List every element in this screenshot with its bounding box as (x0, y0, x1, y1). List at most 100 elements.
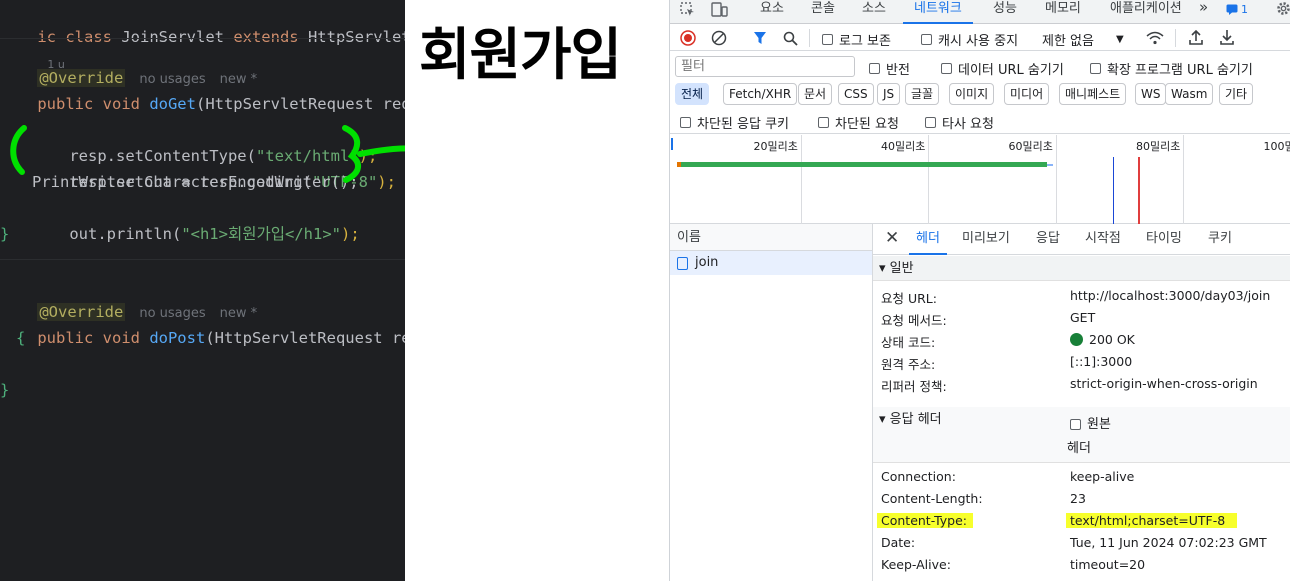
checkbox-label: 타사 요청 (942, 117, 994, 132)
response-headers-section-header[interactable]: ▾ 응답 헤더 원본 헤더 (873, 407, 1290, 463)
timeline-tick-label: 60밀리초 (1008, 140, 1053, 153)
preserve-log-checkbox[interactable]: 로그 보존 (822, 30, 891, 49)
record-stop-icon[interactable] (679, 29, 697, 47)
device-toolbar-icon[interactable] (710, 0, 728, 18)
checkbox-label: 캐시 사용 중지 (938, 34, 1019, 49)
filter-bar: 반전 데이터 URL 숨기기 확장 프로그램 URL 숨기기 (670, 52, 1290, 80)
dropdown-caret-icon: ▼ (1115, 34, 1124, 45)
type-font[interactable]: 글꼴 (905, 83, 940, 105)
load-event-marker (1138, 157, 1140, 224)
response-header-value: Tue, 11 Jun 2024 07:02:23 GMT (1070, 535, 1267, 550)
tab-memory[interactable]: 메모리 (1045, 0, 1081, 24)
inspect-element-icon[interactable] (678, 0, 696, 18)
type-fetch-xhr[interactable]: Fetch/XHR (723, 83, 798, 105)
code-editor[interactable]: ic class JoinServlet extends HttpServlet… (0, 0, 405, 581)
document-icon (677, 256, 688, 270)
invert-checkbox[interactable]: 반전 (869, 59, 910, 78)
checkbox-label: 차단된 요청 (835, 117, 899, 132)
throttle-value: 제한 없음 (1042, 34, 1094, 49)
disable-cache-checkbox[interactable]: 캐시 사용 중지 (921, 30, 1018, 49)
content-type-value: text/html;charset=UTF-8 (1066, 513, 1238, 528)
more-tabs-button[interactable]: » (1199, 0, 1208, 24)
request-row-join[interactable]: join (670, 251, 872, 275)
upload-icon[interactable] (1187, 28, 1205, 46)
general-value: 200 OK (1089, 332, 1135, 347)
general-section-header[interactable]: ▾ 일반 (873, 256, 1290, 281)
network-overview-timeline[interactable]: 20밀리초 40밀리초 60밀리초 80밀리초 100밀리초 (670, 135, 1290, 224)
request-detail-panel: ✕ 헤더 미리보기 응답 시작점 타이밍 쿠키 ▾ 일반 요청 URL: htt… (873, 224, 1290, 581)
toolbar-divider (1175, 29, 1176, 47)
rendered-page: 회원가입 (405, 0, 670, 581)
search-icon[interactable] (781, 29, 799, 47)
download-icon[interactable] (1218, 28, 1236, 46)
type-other[interactable]: 기타 (1219, 83, 1254, 105)
type-manifest[interactable]: 매니페스트 (1059, 83, 1127, 105)
request-timeline-tail (1046, 164, 1053, 166)
tab-preview[interactable]: 미리보기 (962, 224, 1010, 255)
name-column-header[interactable]: 이름 (670, 224, 872, 251)
tab-response[interactable]: 응답 (1036, 224, 1060, 255)
timeline-gridline (1055, 135, 1057, 224)
general-key: 원격 주소: (881, 357, 936, 372)
request-name: join (695, 255, 719, 270)
hide-extension-urls-checkbox[interactable]: 확장 프로그램 URL 숨기기 (1090, 59, 1253, 78)
hide-data-urls-checkbox[interactable]: 데이터 URL 숨기기 (941, 59, 1064, 78)
blocked-response-cookies-checkbox[interactable]: 차단된 응답 쿠키 (680, 113, 789, 132)
network-conditions-icon[interactable] (1146, 29, 1164, 47)
checkbox-label: 차단된 응답 쿠키 (697, 117, 789, 132)
general-key: 상태 코드: (881, 335, 936, 350)
general-key: 요청 URL: (881, 291, 937, 306)
tab-elements[interactable]: 요소 (760, 0, 784, 24)
clear-icon[interactable] (710, 29, 728, 47)
timeline-tick-label: 40밀리초 (881, 140, 926, 153)
response-header-value: keep-alive (1070, 469, 1135, 484)
type-wasm[interactable]: Wasm (1165, 83, 1214, 105)
section-title: ▾ 응답 헤더 (879, 412, 942, 427)
tab-timing[interactable]: 타이밍 (1146, 224, 1182, 255)
type-media[interactable]: 미디어 (1004, 83, 1050, 105)
throttling-select[interactable]: 제한 없음 ▼ (1042, 30, 1124, 49)
blocked-requests-checkbox[interactable]: 차단된 요청 (818, 113, 899, 132)
timeline-start-marker (671, 138, 673, 150)
tab-application[interactable]: 애플리케이션 (1110, 0, 1182, 24)
general-key: 요청 메서드: (881, 313, 947, 328)
checkbox-label: 반전 (886, 63, 910, 78)
devtools-panel: 요소 콘솔 소스 네트워크 성능 메모리 애플리케이션 » 1 로그 보존 캐시 (669, 0, 1290, 581)
tab-initiator[interactable]: 시작점 (1085, 224, 1121, 255)
filter-input[interactable] (675, 56, 855, 77)
request-list: 이름 join (670, 224, 873, 581)
tab-sources[interactable]: 소스 (862, 0, 886, 24)
type-js[interactable]: JS (877, 83, 901, 105)
issues-badge[interactable]: 1 (1226, 1, 1248, 17)
issues-count: 1 (1241, 2, 1248, 16)
close-icon[interactable]: ✕ (885, 224, 899, 255)
filter-icon[interactable] (751, 29, 769, 47)
type-all[interactable]: 전체 (675, 83, 710, 105)
raw-checkbox[interactable]: 원본 (1070, 412, 1111, 437)
tab-performance[interactable]: 성능 (993, 0, 1017, 24)
checkbox-label: 데이터 URL 숨기기 (958, 63, 1064, 78)
tab-headers[interactable]: 헤더 (909, 224, 947, 255)
response-header-value: 23 (1070, 491, 1086, 506)
timeline-tick-label: 100밀리초 (1263, 140, 1290, 153)
domcontentloaded-marker (1112, 157, 1115, 224)
tab-cookies[interactable]: 쿠키 (1208, 224, 1232, 255)
response-header-key: Date: (881, 535, 916, 550)
timeline-tick-label: 80밀리초 (1136, 140, 1181, 153)
type-ws[interactable]: WS (1135, 83, 1167, 105)
page-heading: 회원가입 (419, 23, 622, 88)
timeline-gridline (800, 135, 802, 224)
general-value: strict-origin-when-cross-origin (1070, 376, 1258, 391)
settings-gear-icon[interactable] (1274, 0, 1290, 17)
request-timeline-bar (677, 162, 1047, 167)
tab-console[interactable]: 콘솔 (811, 0, 835, 24)
type-image[interactable]: 이미지 (949, 83, 995, 105)
type-css[interactable]: CSS (838, 83, 874, 105)
third-party-requests-checkbox[interactable]: 타사 요청 (925, 113, 994, 132)
response-header-key: Content-Length: (881, 491, 983, 506)
general-value: GET (1070, 310, 1096, 325)
tab-network[interactable]: 네트워크 (903, 0, 973, 24)
type-document[interactable]: 문서 (798, 83, 833, 105)
blocked-filters: 차단된 응답 쿠키 차단된 요청 타사 요청 (670, 108, 1290, 134)
status-code-value: 200 OK (1070, 332, 1135, 347)
